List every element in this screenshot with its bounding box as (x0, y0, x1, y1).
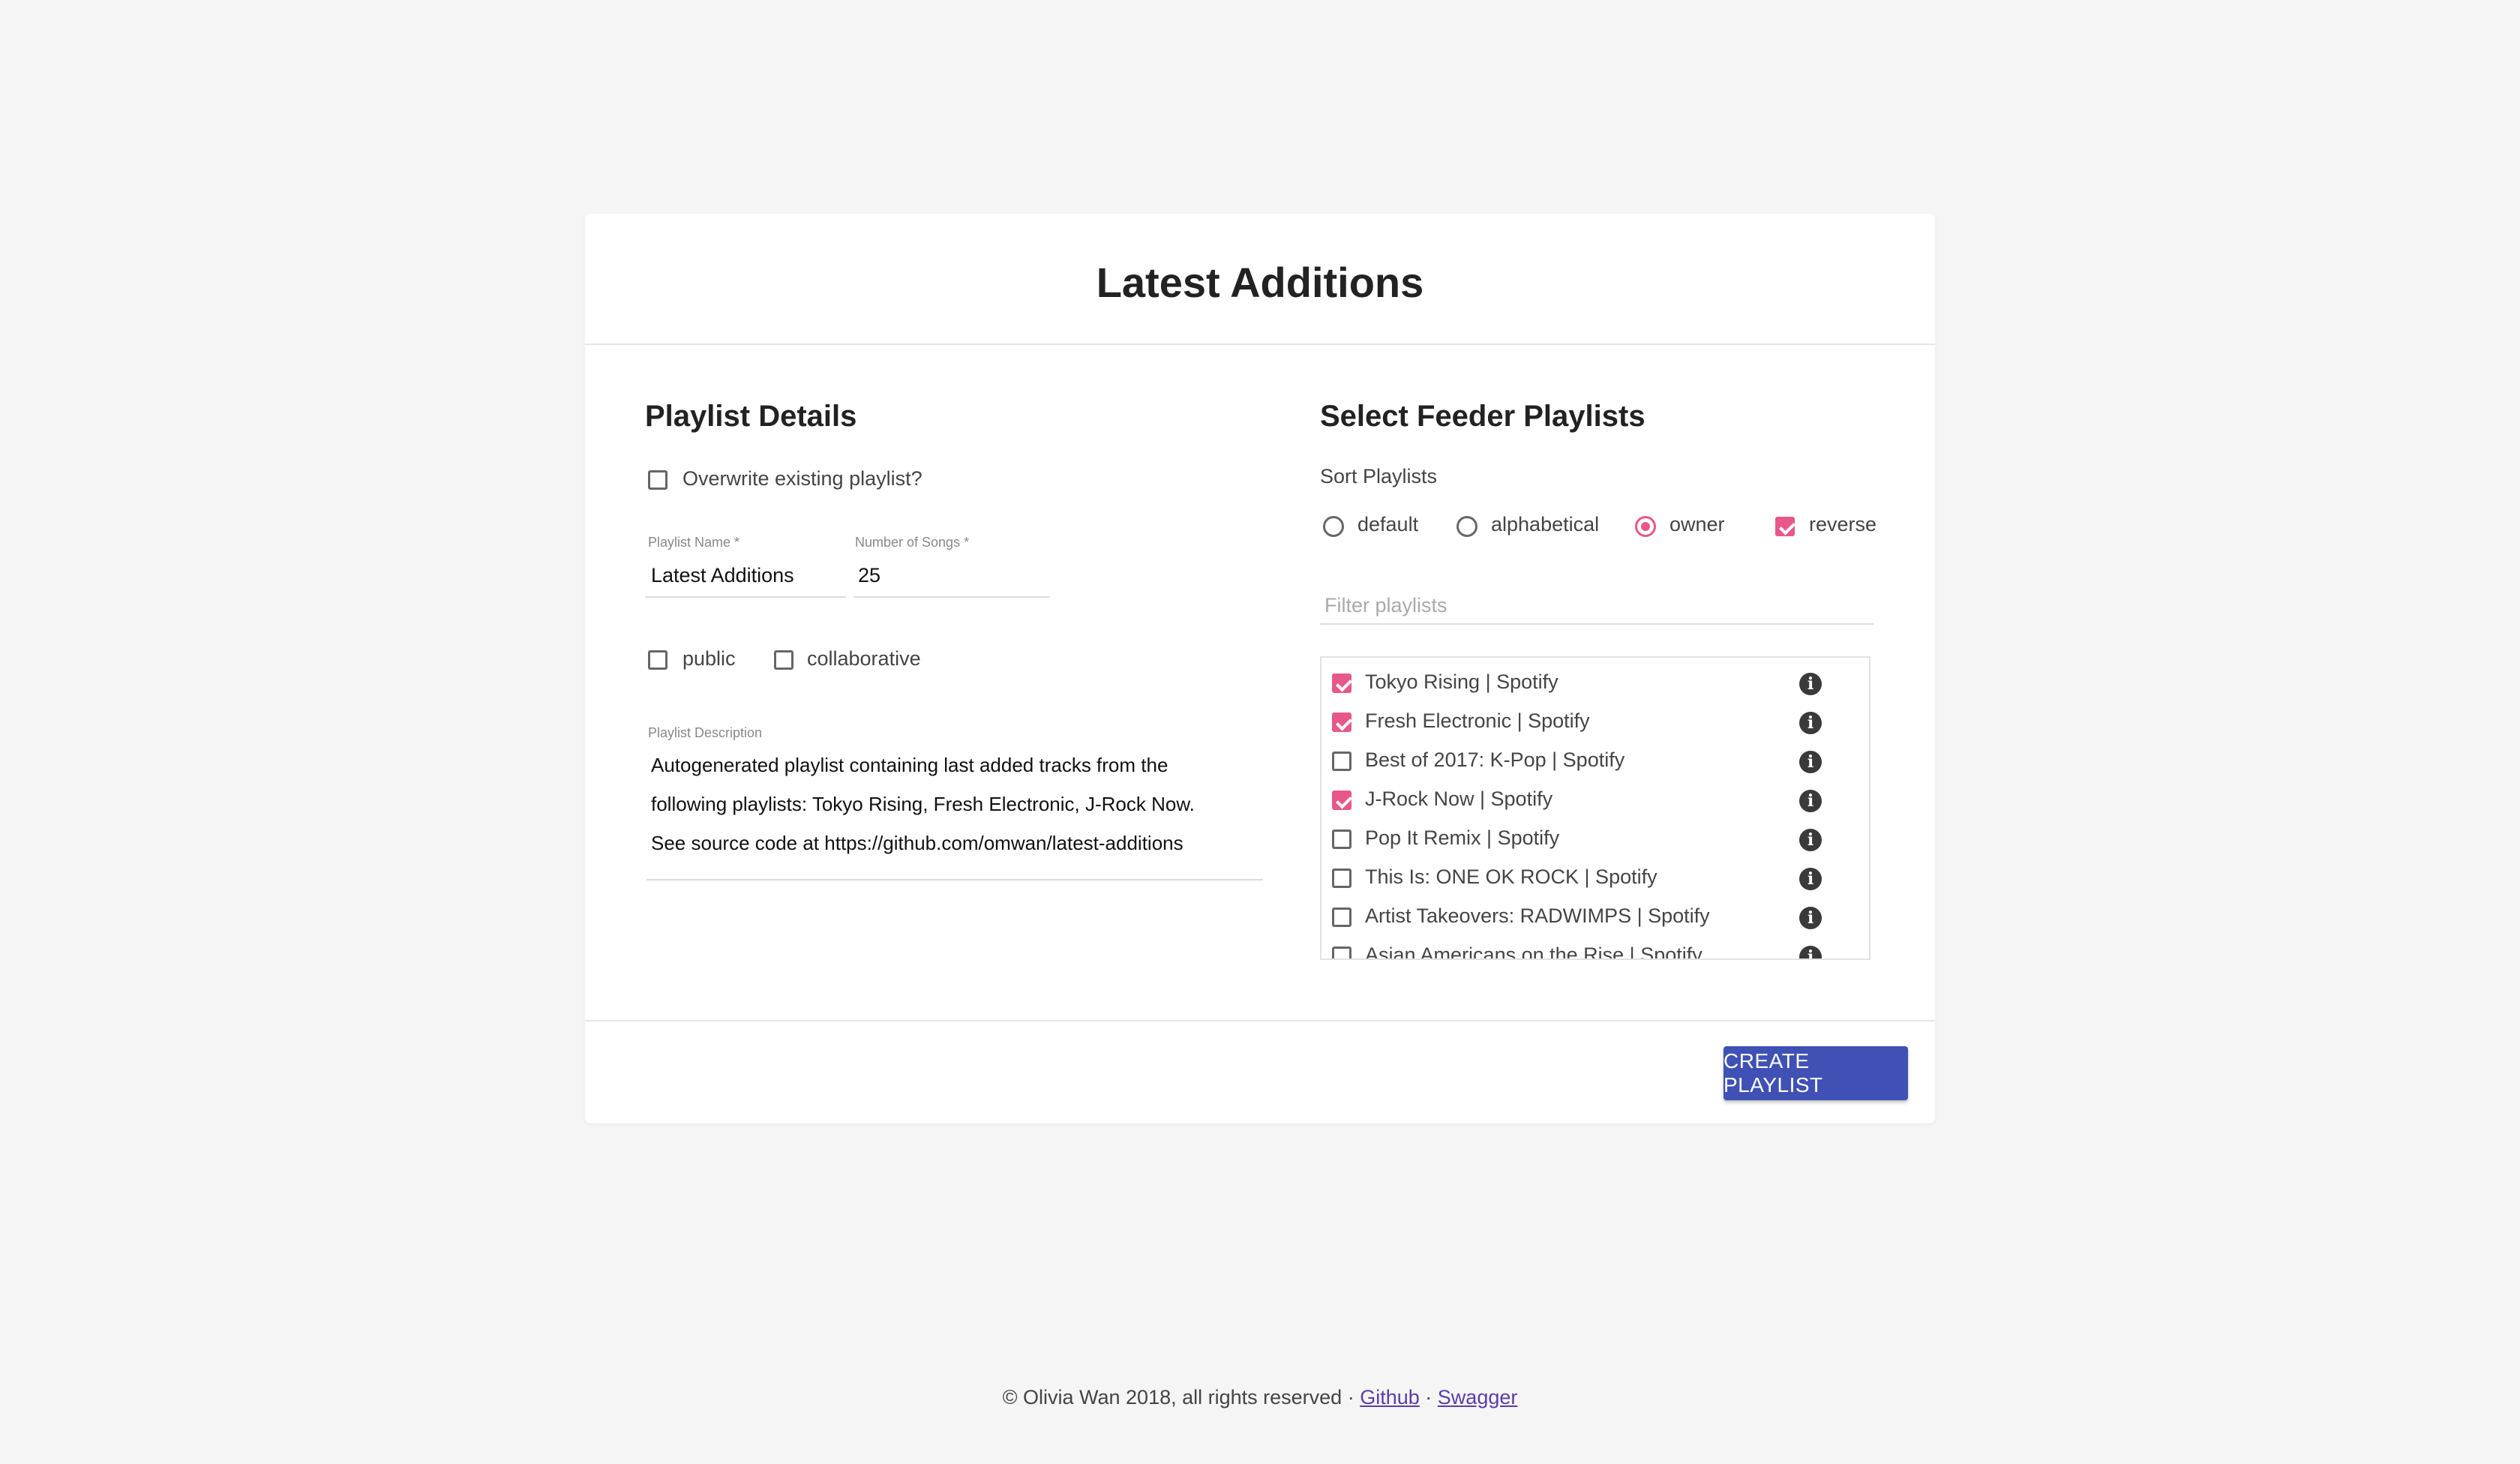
sort-default-label: default (1358, 513, 1419, 536)
sort-alphabetical-label: alphabetical (1491, 513, 1600, 536)
public-label: public (682, 647, 736, 670)
copyright-text: © Olivia Wan 2018, all rights reserved · (1002, 1386, 1354, 1408)
card-header: Latest Additions (585, 214, 1935, 345)
list-item[interactable]: Pop It Remix | Spotify i (1322, 820, 1869, 859)
reverse-label: reverse (1809, 513, 1877, 536)
list-item[interactable]: Artist Takeovers: RADWIMPS | Spotify i (1322, 898, 1869, 937)
description-line: See source code at https://github.com/om… (651, 832, 1184, 854)
page-footer: © Olivia Wan 2018, all rights reserved ·… (0, 1386, 2520, 1409)
overwrite-label: Overwrite existing playlist? (682, 467, 922, 490)
playlist-label: Pop It Remix | Spotify (1365, 826, 1560, 849)
playlist-checkbox[interactable] (1332, 674, 1352, 693)
filter-underline (1320, 623, 1874, 625)
info-icon[interactable]: i (1799, 673, 1822, 695)
create-playlist-button[interactable]: CREATE PLAYLIST (1724, 1046, 1908, 1100)
list-item[interactable]: Best of 2017: K-Pop | Spotify i (1322, 742, 1869, 781)
number-of-songs-underline (854, 596, 1050, 598)
playlist-label: J-Rock Now | Spotify (1365, 788, 1553, 810)
info-icon[interactable]: i (1799, 751, 1822, 773)
playlist-label: Artist Takeovers: RADWIMPS | Spotify (1365, 904, 1710, 927)
list-item[interactable]: Asian Americans on the Rise | Spotify i (1322, 937, 1869, 960)
info-icon[interactable]: i (1799, 946, 1822, 958)
sort-default-radio[interactable] (1323, 516, 1344, 537)
feeder-playlist-list[interactable]: Tokyo Rising | Spotify i Fresh Electroni… (1320, 656, 1870, 960)
list-item[interactable]: J-Rock Now | Spotify i (1322, 781, 1869, 820)
playlist-label: Fresh Electronic | Spotify (1365, 710, 1590, 732)
list-item[interactable]: Tokyo Rising | Spotify i (1322, 664, 1869, 703)
description-line: following playlists: Tokyo Rising, Fresh… (651, 793, 1195, 815)
sort-alphabetical-radio[interactable] (1456, 516, 1478, 537)
playlist-checkbox[interactable] (1332, 712, 1352, 732)
sort-owner-label: owner (1670, 513, 1725, 536)
playlist-checkbox[interactable] (1332, 868, 1352, 888)
playlist-checkbox[interactable] (1332, 946, 1352, 958)
number-of-songs-label: Number of Songs * (855, 535, 970, 550)
info-icon[interactable]: i (1799, 712, 1822, 734)
reverse-checkbox[interactable] (1775, 517, 1795, 536)
playlist-label: Asian Americans on the Rise | Spotify (1365, 944, 1702, 960)
playlist-name-input[interactable]: Latest Additions (651, 564, 794, 587)
sort-playlists-label: Sort Playlists (1320, 465, 1438, 488)
playlist-label: Tokyo Rising | Spotify (1365, 670, 1558, 693)
github-link[interactable]: Github (1360, 1386, 1420, 1408)
playlist-checkbox[interactable] (1332, 790, 1352, 810)
info-icon[interactable]: i (1799, 868, 1822, 890)
info-icon[interactable]: i (1799, 907, 1822, 929)
playlist-name-underline (645, 596, 846, 598)
sort-owner-radio[interactable] (1635, 516, 1656, 537)
playlist-details-heading: Playlist Details (645, 400, 857, 433)
feeder-playlists-heading: Select Feeder Playlists (1320, 400, 1646, 433)
footer-separator: · (1425, 1386, 1432, 1408)
playlist-label: This Is: ONE OK ROCK | Spotify (1365, 866, 1658, 888)
swagger-link[interactable]: Swagger (1438, 1386, 1518, 1408)
card-footer-divider (585, 1020, 1935, 1022)
list-item[interactable]: This Is: ONE OK ROCK | Spotify i (1322, 859, 1869, 898)
description-underline (646, 879, 1263, 880)
number-of-songs-input[interactable]: 25 (858, 564, 880, 587)
playlist-card: Latest Additions Playlist Details Overwr… (585, 214, 1935, 1124)
info-icon[interactable]: i (1799, 829, 1822, 851)
public-checkbox[interactable] (648, 650, 668, 670)
playlist-checkbox[interactable] (1332, 908, 1352, 927)
playlist-description-label: Playlist Description (648, 725, 763, 740)
filter-playlists-input[interactable]: Filter playlists (1324, 594, 1448, 617)
playlist-label: Best of 2017: K-Pop | Spotify (1365, 748, 1625, 771)
collaborative-label: collaborative (807, 647, 921, 670)
list-item[interactable]: Fresh Electronic | Spotify i (1322, 703, 1869, 742)
playlist-name-label: Playlist Name * (648, 535, 740, 550)
playlist-checkbox[interactable] (1332, 830, 1352, 849)
page-title: Latest Additions (1096, 259, 1424, 306)
overwrite-checkbox[interactable] (648, 470, 668, 490)
info-icon[interactable]: i (1799, 790, 1822, 812)
collaborative-checkbox[interactable] (774, 650, 794, 670)
playlist-checkbox[interactable] (1332, 752, 1352, 771)
description-line: Autogenerated playlist containing last a… (651, 754, 1168, 776)
